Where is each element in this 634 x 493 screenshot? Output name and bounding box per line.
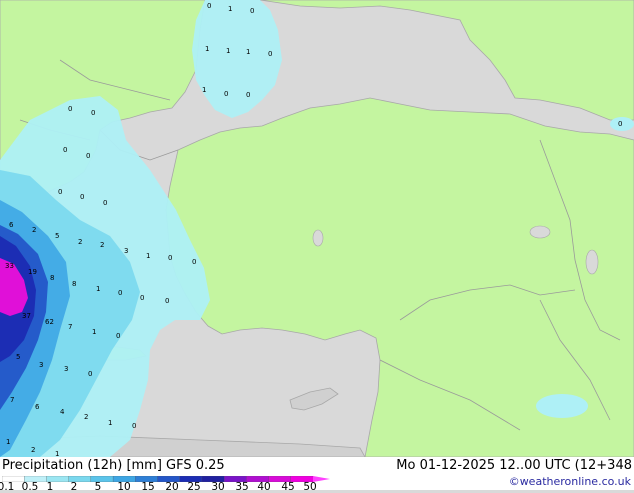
precip-value-label: 0	[86, 152, 90, 160]
precip-value-label: 2	[31, 446, 35, 454]
precip-value-label: 62	[45, 318, 54, 326]
precip-value-label: 0	[168, 254, 172, 262]
precip-value-label: 1	[205, 45, 209, 53]
colorbar-tick-label: 0.1	[0, 481, 15, 493]
precip-value-label: 1	[108, 419, 112, 427]
footer-bar: Precipitation (12h) [mm] GFS 0.25 Mo 01-…	[0, 457, 634, 493]
precip-value-label: 5	[16, 353, 20, 361]
precip-value-label: 3	[39, 361, 43, 369]
precip-value-label: 8	[50, 274, 54, 282]
credit-link[interactable]: ©weatheronline.co.uk	[509, 475, 631, 488]
precip-value-label: 0	[80, 193, 84, 201]
precip-value-label: 1	[246, 48, 250, 56]
precip-value-label: 1	[226, 47, 230, 55]
precip-value-label: 0	[118, 289, 122, 297]
lake	[529, 225, 551, 239]
precip-value-label: 0	[88, 370, 92, 378]
colorbar-tick-label: 20	[165, 481, 179, 493]
precip-value-label: 8	[72, 280, 76, 288]
colorbar-tick-label: 30	[211, 481, 225, 493]
precip-value-label: 2	[32, 226, 36, 234]
precip-value-label: 2	[100, 241, 104, 249]
precip-value-label: 1	[146, 252, 150, 260]
colorbar-tick-label: 35	[235, 481, 249, 493]
precip-value-label: 0	[246, 91, 250, 99]
precip-value-label: 7	[68, 323, 72, 331]
colorbar-tick-label: 1	[46, 481, 54, 493]
precip-value-label: 3	[124, 247, 128, 255]
precip-value-label: 0	[268, 50, 272, 58]
precip-value-label: 0	[68, 105, 72, 113]
precip-value-label: 6	[9, 221, 14, 229]
precip-value-label: 2	[84, 413, 88, 421]
precip-value-label: 0	[58, 188, 62, 196]
precip-value-label: 0	[618, 120, 622, 128]
map-title: Precipitation (12h) [mm] GFS 0.25	[2, 458, 225, 473]
colorbar-tick-label: 45	[281, 481, 295, 493]
colorbar-tick-label: 0.5	[21, 481, 39, 493]
lake	[312, 229, 324, 247]
precip-value-label: 7	[10, 396, 14, 404]
precip-value-label: 0	[140, 294, 144, 302]
precip-value-label: 1	[228, 5, 232, 13]
lake	[585, 249, 599, 275]
colorbar-tick-label: 5	[94, 481, 102, 493]
colorbar-tick-label: 2	[70, 481, 78, 493]
precip-value-label: 0	[103, 199, 107, 207]
precip-value-label: 5	[55, 232, 59, 240]
colorbar-tick-label: 25	[187, 481, 201, 493]
map-datetime: Mo 01-12-2025 12..00 UTC (12+348	[396, 458, 632, 473]
precip-value-label: 3	[64, 365, 68, 373]
precip-value-label: 1	[96, 285, 100, 293]
precip-value-label: 4	[60, 408, 65, 416]
precip-value-label: 0	[207, 2, 211, 10]
precip-value-label: 0	[224, 90, 228, 98]
precip-value-label: 0	[91, 109, 95, 117]
precipitation-map: 0 1 01 1 1 01 0 00 00000006252 231 0 03319881 00 0376…	[0, 0, 634, 457]
precip-value-label: 0	[165, 297, 169, 305]
precip-value-label: 0	[250, 7, 254, 15]
precip-value-label: 0	[132, 422, 136, 430]
colorbar-tick-label: 10	[117, 481, 131, 493]
precip-value-label: 1	[92, 328, 96, 336]
precip-value-label: 0	[116, 332, 120, 340]
precip-value-label: 1	[202, 86, 206, 94]
precip-value-label: 2	[78, 238, 82, 246]
precip-east-patch	[536, 394, 588, 418]
precip-value-label: 0	[63, 146, 67, 154]
colorbar-tick-label: 50	[303, 481, 317, 493]
precip-value-label: 19	[28, 268, 37, 276]
precip-value-label: 37	[22, 312, 31, 320]
colorbar-tick-label: 40	[257, 481, 271, 493]
precip-value-label: 1	[55, 450, 59, 457]
precip-value-label: 6	[35, 403, 40, 411]
precip-value-label: 1	[6, 438, 10, 446]
precip-value-label: 33	[5, 262, 14, 270]
colorbar-tick-label: 15	[141, 481, 155, 493]
precip-value-label: 0	[192, 258, 196, 266]
